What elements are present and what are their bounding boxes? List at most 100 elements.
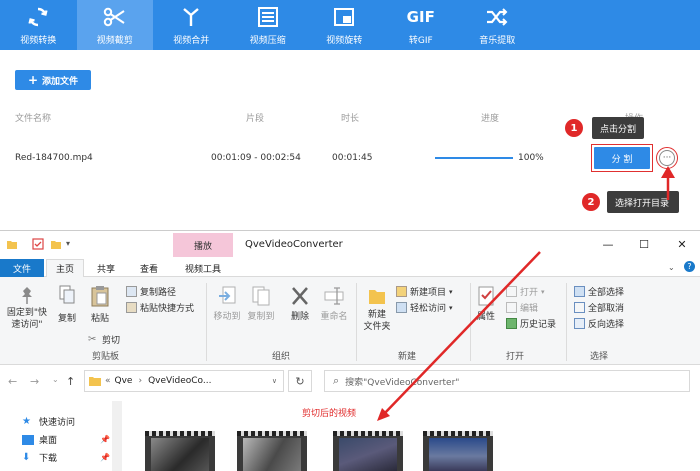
copy-to-icon <box>252 286 270 306</box>
video-thumbnail[interactable] <box>145 431 215 471</box>
paste-button[interactable]: 粘贴 <box>88 285 112 325</box>
ribbon-tab-bar: 文件 主页 共享 查看 视频工具 ⌄ ? <box>0 259 700 277</box>
address-bar[interactable]: « Qve › QveVideoCo... ∨ <box>84 370 284 392</box>
pin-icon: 📌 <box>100 453 110 462</box>
move-to-label: 移动到 <box>213 312 241 322</box>
group-separator <box>566 283 567 361</box>
breadcrumb-prefix: « <box>105 376 111 386</box>
tab-view[interactable]: 查看 <box>130 259 168 277</box>
paste-shortcut-button[interactable]: 粘贴快捷方式 <box>126 301 194 314</box>
tab-file[interactable]: 文件 <box>0 259 44 277</box>
step-2-badge: 2 <box>582 193 600 211</box>
close-icon[interactable]: ✕ <box>674 236 690 252</box>
video-thumbnail[interactable] <box>237 431 307 471</box>
tab-share[interactable]: 共享 <box>88 259 124 277</box>
pin-label: 固定到"快 速访问" <box>6 308 48 330</box>
tool-label: 音乐提取 <box>479 35 516 46</box>
easy-access-icon <box>396 302 407 313</box>
invert-selection-button[interactable]: 反向选择 <box>574 317 624 330</box>
tool-to-gif[interactable]: GIF 转GIF <box>383 0 460 50</box>
ribbon-collapse-icon[interactable]: ⌄ <box>668 263 675 272</box>
back-icon[interactable]: ← <box>8 375 17 388</box>
tool-label: 视频截剪 <box>96 35 133 46</box>
nav-downloads[interactable]: ⬇ 下载 <box>22 451 57 464</box>
copy-button[interactable]: 复制 <box>56 285 78 325</box>
maximize-icon[interactable]: ☐ <box>636 236 652 252</box>
tab-video-tools[interactable]: 视频工具 <box>173 259 233 277</box>
breadcrumb-folder[interactable]: QveVideoCo... <box>148 376 211 386</box>
tool-video-merge[interactable]: 视频合并 <box>153 0 230 50</box>
tool-label: 视频压缩 <box>249 35 286 46</box>
tool-music-extract[interactable]: 音乐提取 <box>459 0 536 50</box>
checkbox-icon[interactable] <box>32 238 44 250</box>
delete-button[interactable]: 删除 <box>287 285 313 323</box>
pin-quick-access-button[interactable]: 固定到"快 速访问" <box>4 285 50 331</box>
rename-label: 重命名 <box>320 312 348 322</box>
up-icon[interactable]: ↑ <box>66 375 75 388</box>
move-to-button[interactable]: 移动到 <box>210 285 244 323</box>
tab-label: 主页 <box>55 265 74 275</box>
help-icon[interactable]: ? <box>684 261 695 272</box>
tab-label: 查看 <box>139 264 158 275</box>
split-button[interactable]: 分 割 <box>594 147 650 169</box>
rename-button[interactable]: 重命名 <box>316 285 352 323</box>
tool-video-convert[interactable]: 视频转换 <box>0 0 77 50</box>
step-1-tooltip: 点击分割 <box>592 117 645 139</box>
group-new: 新建 <box>398 352 417 362</box>
invert-selection-label: 反向选择 <box>588 320 625 330</box>
dropdown-icon: ▾ <box>449 287 453 296</box>
header-file-name: 文件名称 <box>15 114 52 124</box>
tool-video-compress[interactable]: 视频压缩 <box>230 0 307 50</box>
nav-desktop[interactable]: 桌面 <box>22 433 57 446</box>
copy-to-button[interactable]: 复制到 <box>244 285 278 323</box>
minimize-icon[interactable]: — <box>600 236 616 252</box>
context-tab-label: 播放 <box>193 241 212 252</box>
paste-icon <box>91 286 109 307</box>
open-directory-button[interactable]: ··· <box>659 150 675 166</box>
add-file-label: 添加文件 <box>42 76 79 87</box>
compress-icon <box>257 6 278 27</box>
search-input[interactable]: ⌕ 搜索"QveVideoConverter" <box>324 370 690 392</box>
breadcrumb-separator-icon: › <box>138 376 143 386</box>
add-file-button[interactable]: + 添加文件 <box>15 70 91 90</box>
nav-quick-access[interactable]: ★ 快速访问 <box>22 415 75 428</box>
gif-icon: GIF <box>406 7 435 26</box>
open-icon <box>506 286 517 297</box>
scrollbar[interactable] <box>112 401 122 471</box>
select-all-button[interactable]: 全部选择 <box>574 285 624 298</box>
history-label: 历史记录 <box>520 320 557 330</box>
quick-access-dropdown-icon[interactable]: ▾ <box>66 239 70 248</box>
forward-icon[interactable]: → <box>30 375 39 388</box>
paste-shortcut-label: 粘贴快捷方式 <box>140 304 195 314</box>
group-separator <box>470 283 471 361</box>
chevron-down-icon[interactable]: ⌄ <box>52 375 59 384</box>
cut-button[interactable]: ✂ 剪切 <box>88 333 120 346</box>
merge-icon <box>183 7 200 26</box>
new-folder-button[interactable]: 新建 文件夹 <box>360 285 394 333</box>
breadcrumb-qve[interactable]: Qve <box>115 376 133 386</box>
progress-text: 100% <box>518 153 544 163</box>
new-item-button[interactable]: 新建项目 ▾ <box>396 285 453 298</box>
tool-video-cut[interactable]: 视频截剪 <box>76 0 153 50</box>
tab-home[interactable]: 主页 <box>46 259 84 277</box>
duration-cell: 00:01:45 <box>332 153 373 163</box>
copy-path-button[interactable]: 复制路径 <box>126 285 176 298</box>
chevron-down-icon[interactable]: ∨ <box>272 377 277 385</box>
properties-button[interactable]: 属性 <box>474 285 498 323</box>
open-button[interactable]: 打开 ▾ <box>506 285 545 298</box>
video-thumbnail[interactable] <box>333 431 403 471</box>
video-thumbnail[interactable] <box>423 431 493 471</box>
edit-button[interactable]: 编辑 <box>506 301 538 314</box>
tool-video-rotate[interactable]: 视频旋转 <box>306 0 383 50</box>
rename-icon <box>324 287 344 305</box>
context-tab-play: 播放 <box>173 233 233 257</box>
history-button[interactable]: 历史记录 <box>506 317 556 330</box>
navigation-pane: ★ 快速访问 桌面 📌 ⬇ 下载 📌 <box>0 397 125 471</box>
copy-label: 复制 <box>57 314 76 324</box>
new-folder-icon[interactable] <box>50 238 62 250</box>
move-to-icon <box>219 286 236 304</box>
easy-access-button[interactable]: 轻松访问 ▾ <box>396 301 453 314</box>
refresh-icon[interactable]: ↻ <box>288 370 312 392</box>
select-none-button[interactable]: 全部取消 <box>574 301 624 314</box>
progress-bar <box>435 157 513 159</box>
